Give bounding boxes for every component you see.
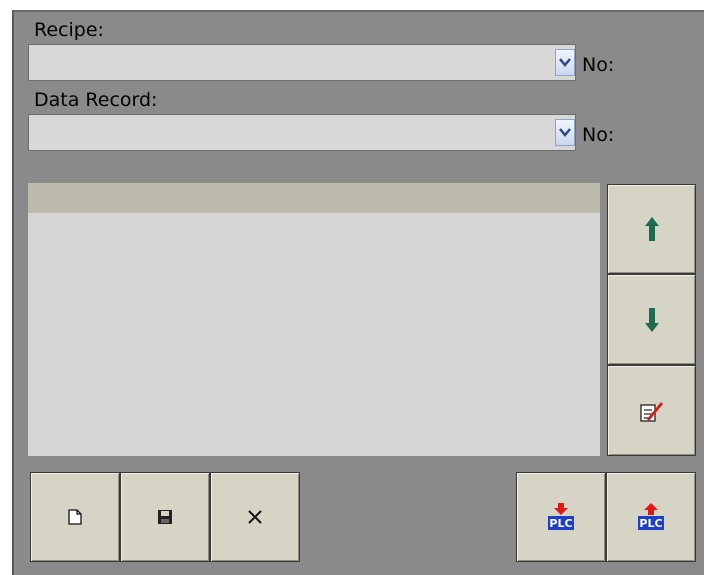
data-record-dropdown[interactable] xyxy=(28,114,576,151)
recipe-dropdown[interactable] xyxy=(28,44,576,81)
plc-download-icon: PLC xyxy=(548,503,574,530)
plc-download-button[interactable]: PLC xyxy=(516,472,606,562)
move-down-button[interactable] xyxy=(607,274,696,365)
plc-download-text: PLC xyxy=(549,517,572,530)
plc-upload-icon: PLC xyxy=(638,503,664,530)
save-button[interactable] xyxy=(120,472,210,562)
edit-icon xyxy=(639,401,663,422)
arrow-up-icon xyxy=(644,217,659,241)
new-document-icon xyxy=(68,509,82,525)
data-record-list[interactable] xyxy=(28,183,600,456)
plc-upload-button[interactable]: PLC xyxy=(606,472,696,562)
plc-upload-text: PLC xyxy=(639,517,662,530)
recipe-panel: Recipe: No: Data Record: No: PLC PLC xyxy=(12,10,704,575)
save-icon xyxy=(158,510,172,524)
edit-button[interactable] xyxy=(607,365,696,456)
chevron-down-icon[interactable] xyxy=(555,119,575,146)
list-header xyxy=(28,183,600,213)
chevron-down-icon[interactable] xyxy=(555,49,575,76)
new-button[interactable] xyxy=(30,472,120,562)
data-record-label: Data Record: xyxy=(34,89,158,111)
recipe-no-label: No: xyxy=(582,54,615,76)
recipe-label: Recipe: xyxy=(34,19,104,41)
move-up-button[interactable] xyxy=(607,184,696,274)
delete-button[interactable] xyxy=(210,472,300,562)
data-record-no-label: No: xyxy=(582,124,615,146)
arrow-down-icon xyxy=(644,307,659,332)
delete-icon xyxy=(248,510,262,524)
